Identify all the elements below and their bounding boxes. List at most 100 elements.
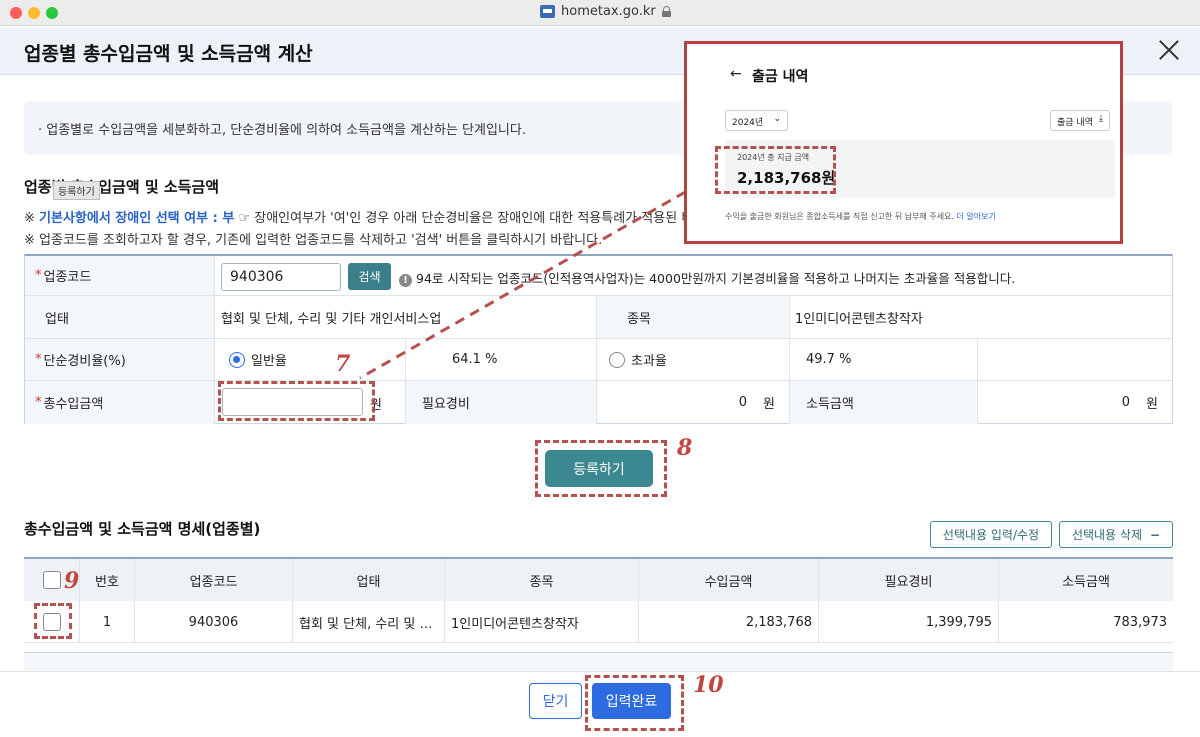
highlight-row-checkbox xyxy=(34,603,72,639)
won-unit: 원 xyxy=(763,397,775,412)
item-label: 종목 xyxy=(597,296,790,339)
inset-title: 출금 내역 xyxy=(752,69,809,85)
download-label: 출금 내역 xyxy=(1057,118,1093,128)
lock-icon xyxy=(661,6,671,17)
browser-titlebar: hometax.go.kr xyxy=(0,0,1200,26)
expense-label: 필요경비 xyxy=(406,381,597,424)
item-value: 1인미디어콘텐츠창작자 xyxy=(790,296,1172,339)
radio-general[interactable] xyxy=(229,351,245,368)
search-button[interactable]: 검색 xyxy=(348,263,391,290)
total-income-label: * 총수입금액 xyxy=(25,381,215,424)
year-select-value: 2024년 xyxy=(732,118,764,128)
annotation-9: 9 xyxy=(64,568,80,594)
highlight-done xyxy=(585,675,684,731)
rate-general-value: 64.1 % xyxy=(406,339,597,381)
radio-excess[interactable] xyxy=(609,351,625,368)
income-table: 번호 업종코드 업태 종목 수입금액 필요경비 소득금액 1 940306 협회… xyxy=(24,557,1173,643)
row-no: 1 xyxy=(80,601,135,643)
note-prefix: ※ xyxy=(24,211,40,226)
industry-code-hint-text: 94로 시작되는 업종코드(인적용역사업자)는 4000만원까지 기본경비율을 … xyxy=(416,271,1016,286)
empty-cell xyxy=(978,339,1172,381)
note-disability-text: ☞ 장애인여부가 '여'인 경우 아래 단순경비율은 장애인에 대한 적용특례가… xyxy=(234,211,694,226)
industry-code-input[interactable]: 940306 xyxy=(221,263,341,291)
highlight-total-income xyxy=(218,381,375,421)
industry-code-hint: ! 94로 시작되는 업종코드(인적용역사업자)는 4000만원까지 기본경비율을… xyxy=(399,268,1015,287)
row-revenue: 2,183,768 xyxy=(639,601,819,643)
info-text: · 업종별로 수입금액을 세분화하고, 단순경비율에 의하여 소득금액을 계산하… xyxy=(38,123,526,138)
required-mark: * xyxy=(35,268,42,283)
row-income: 783,973 xyxy=(1113,614,1167,630)
header-code: 업종코드 xyxy=(135,559,293,601)
rate-label: * 단순경비율(%) xyxy=(25,339,215,381)
business-type-label: 업태 xyxy=(25,296,215,339)
industry-code-cell: 940306 검색 ! 94로 시작되는 업종코드(인적용역사업자)는 4000만… xyxy=(215,256,1172,296)
download-button[interactable]: 출금 내역 ⤓ xyxy=(1050,110,1110,131)
maximize-window-dot[interactable] xyxy=(46,7,58,19)
inset-note: 수익을 출금한 회원님은 종합소득세를 직접 신고한 뒤 납부해 주세요. 더 … xyxy=(725,211,996,222)
download-icon: ⤓ xyxy=(1099,114,1103,124)
annotation-10: 10 xyxy=(693,672,724,698)
rate-general-option[interactable]: 일반율 xyxy=(215,339,406,381)
minimize-window-dot[interactable] xyxy=(28,7,40,19)
rate-excess-value: 49.7 % xyxy=(790,339,978,381)
required-mark: * xyxy=(35,395,42,410)
learn-more-link[interactable]: 더 알아보기 xyxy=(957,212,996,221)
scroll-edge xyxy=(1186,75,1200,671)
annotation-7: 7 xyxy=(335,351,351,377)
business-type-value: 협회 및 단체, 수리 및 기타 개인서비스업 xyxy=(215,296,597,339)
total-income-label-text: 총수입금액 xyxy=(43,397,104,412)
highlight-register xyxy=(535,440,667,497)
row-code: 940306 xyxy=(135,601,293,643)
year-select[interactable]: 2024년 ⌄ xyxy=(725,110,788,131)
close-icon[interactable] xyxy=(1156,37,1182,63)
row-item: 1인미디어콘텐츠창작자 xyxy=(445,601,639,643)
table-header-row: 번호 업종코드 업태 종목 수입금액 필요경비 소득금액 xyxy=(24,559,1173,601)
highlight-total-paid xyxy=(715,146,836,194)
row-expense: 1,399,795 xyxy=(819,601,999,643)
modal-title: 업종별 총수입금액 및 소득금액 계산 xyxy=(24,43,313,65)
table-row[interactable]: 1 940306 협회 및 단체, 수리 및 … 1인미디어콘텐츠창작자 2,1… xyxy=(24,601,1173,643)
income-value: 0원 xyxy=(978,381,1172,424)
withdrawal-inset: ← 출금 내역 2024년 ⌄ 출금 내역 ⤓ 2024년 총 지급 금액 2,18… xyxy=(684,41,1123,244)
url-text: hometax.go.kr xyxy=(561,4,656,19)
back-arrow-icon[interactable]: ← xyxy=(730,66,742,82)
section-title-details: 총수입금액 및 소득금액 명세(업종별) xyxy=(24,520,261,538)
rate-excess-option[interactable]: 초과율 xyxy=(597,339,790,381)
edit-selected-button[interactable]: 선택내용 입력/수정 xyxy=(930,521,1052,548)
row-type: 협회 및 단체, 수리 및 … xyxy=(293,601,445,643)
expense-value: 0원 xyxy=(597,381,790,424)
info-icon: ! xyxy=(399,274,412,287)
note-industry-code: ※ 업종코드를 조회하고자 할 경우, 기존에 입력한 업종코드를 삭제하고 '… xyxy=(24,233,603,248)
select-all-checkbox[interactable] xyxy=(42,571,61,589)
header-no: 번호 xyxy=(80,559,135,601)
annotation-8: 8 xyxy=(677,435,693,461)
summary-row-partial xyxy=(24,652,1173,672)
header-item: 종목 xyxy=(445,559,639,601)
rate-label-text: 단순경비율(%) xyxy=(43,354,126,369)
note-disability-link[interactable]: 기본사항에서 장애인 선택 여부 : 부 xyxy=(39,211,234,226)
minus-icon: − xyxy=(1150,527,1161,542)
industry-code-label-text: 업종코드 xyxy=(43,270,92,285)
required-mark: * xyxy=(35,352,42,367)
header-type: 업태 xyxy=(293,559,445,601)
note-disability: ※ 기본사항에서 장애인 선택 여부 : 부 ☞ 장애인여부가 '여'인 경우 … xyxy=(24,207,693,226)
tooltip: 등록하기 xyxy=(53,181,100,200)
expense-amount: 0 xyxy=(738,395,748,410)
income-form: * 업종코드 940306 검색 ! 94로 시작되는 업종코드(인적용역사업자)는… xyxy=(24,254,1173,424)
chevron-down-icon: ⌄ xyxy=(773,114,781,124)
income-amount: 0 xyxy=(1121,395,1131,410)
close-window-dot[interactable] xyxy=(10,7,22,19)
rate-general-label: 일반율 xyxy=(251,354,287,369)
won-unit: 원 xyxy=(1146,397,1158,412)
close-button[interactable]: 닫기 xyxy=(529,683,582,719)
header-income: 소득금액 xyxy=(999,559,1173,601)
header-expense: 필요경비 xyxy=(819,559,999,601)
rate-excess-label: 초과율 xyxy=(631,354,667,369)
delete-selected-button[interactable]: 선택내용 삭제 − xyxy=(1059,521,1173,548)
delete-selected-label: 선택내용 삭제 xyxy=(1071,528,1142,542)
address-bar[interactable]: hometax.go.kr xyxy=(540,4,671,19)
industry-code-label: * 업종코드 xyxy=(25,256,215,296)
browser-window: hometax.go.kr 업종별 총수입금액 및 소득금액 계산 · 업종별로… xyxy=(0,0,1200,737)
header-revenue: 수입금액 xyxy=(639,559,819,601)
inset-note-text: 수익을 출금한 회원님은 종합소득세를 직접 신고한 뒤 납부해 주세요. xyxy=(725,212,954,221)
